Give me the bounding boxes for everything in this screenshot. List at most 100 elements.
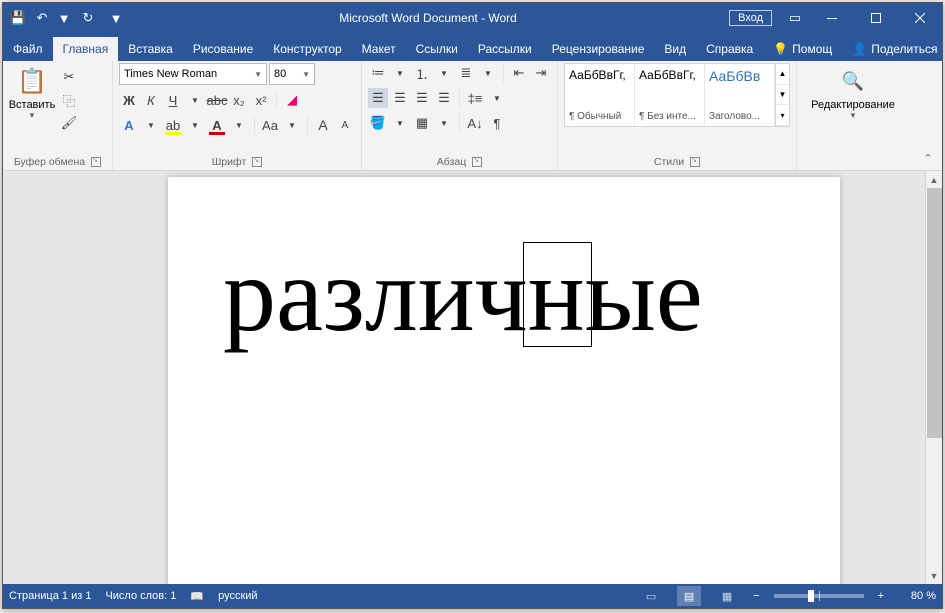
decrease-indent-button[interactable]: ⇤ — [509, 63, 529, 83]
tab-insert[interactable]: Вставка — [118, 37, 183, 61]
quick-access-toolbar: 💾 ↶ ▼ ↻ ▼ — [3, 7, 127, 29]
tab-home[interactable]: Главная — [53, 37, 119, 61]
tab-mailings[interactable]: Рассылки — [468, 37, 542, 61]
copy-icon[interactable]: ⿻ — [59, 90, 79, 110]
justify-button[interactable]: ☰ — [434, 88, 454, 108]
font-color-dropdown[interactable]: ▼ — [229, 115, 249, 135]
align-center-button[interactable]: ☰ — [390, 88, 410, 108]
ribbon-options-icon[interactable]: ▭ — [780, 3, 810, 33]
word-count[interactable]: Число слов: 1 — [105, 590, 176, 602]
tab-help[interactable]: Справка — [696, 37, 763, 61]
grow-font-button[interactable]: A — [313, 115, 333, 135]
align-left-button[interactable]: ☰ — [368, 88, 388, 108]
shading-button[interactable]: 🪣 — [368, 113, 388, 133]
tab-design[interactable]: Конструктор — [263, 37, 351, 61]
styles-dialog[interactable] — [690, 157, 700, 167]
zoom-level[interactable]: 80 % — [898, 590, 936, 602]
tab-view[interactable]: Вид — [654, 37, 696, 61]
group-paragraph: ≔▼ ⒈▼ ≣▼ ⇤ ⇥ ☰ ☰ ☰ ☰ ‡≡▼ 🪣▼ ▦▼ — [362, 61, 558, 170]
vertical-scrollbar[interactable]: ▲ ▼ — [925, 171, 942, 584]
underline-button[interactable]: Ч — [163, 90, 183, 110]
window-title: Microsoft Word Document - Word — [127, 11, 729, 25]
paste-button[interactable]: 📋 Вставить ▼ — [9, 63, 55, 122]
highlight-dropdown[interactable]: ▼ — [185, 115, 205, 135]
tab-file[interactable]: Файл — [3, 37, 53, 61]
paragraph-dialog[interactable] — [472, 157, 482, 167]
tab-references[interactable]: Ссылки — [406, 37, 468, 61]
format-painter-icon[interactable]: 🖌 — [59, 113, 79, 133]
bulb-icon: 💡 — [773, 42, 788, 56]
tab-review[interactable]: Рецензирование — [542, 37, 655, 61]
font-color-button[interactable]: A — [207, 115, 227, 135]
tell-me[interactable]: 💡Помощ — [763, 37, 842, 61]
document-text[interactable]: различные — [223, 242, 703, 348]
minimize-button[interactable] — [810, 3, 854, 33]
zoom-in-button[interactable]: + — [878, 590, 884, 602]
collapse-ribbon-icon[interactable]: ⌃ — [920, 150, 936, 166]
scroll-thumb[interactable] — [927, 188, 942, 438]
print-layout-icon[interactable]: ▤ — [677, 586, 701, 606]
styles-down[interactable]: ▼ — [776, 85, 789, 106]
clear-formatting-icon[interactable]: ◢ — [282, 90, 302, 110]
titlebar: 💾 ↶ ▼ ↻ ▼ Microsoft Word Document - Word… — [3, 3, 942, 33]
borders-button[interactable]: ▦ — [412, 113, 432, 133]
strikethrough-button[interactable]: abc — [207, 90, 227, 110]
qat-customize[interactable]: ▼ — [105, 7, 127, 29]
zoom-out-button[interactable]: − — [753, 590, 759, 602]
scroll-up-icon[interactable]: ▲ — [926, 171, 942, 188]
text-effects-button[interactable]: A — [119, 115, 139, 135]
change-case-dropdown[interactable]: ▼ — [282, 115, 302, 135]
text-effects-dropdown[interactable]: ▼ — [141, 115, 161, 135]
login-button[interactable]: Вход — [729, 10, 772, 26]
styles-more[interactable]: ▾ — [776, 105, 789, 126]
numbering-button[interactable]: ⒈ — [412, 63, 432, 83]
group-editing: 🔍 Редактирование ▼ — [797, 61, 909, 170]
share-button[interactable]: 👤Поделиться — [842, 37, 945, 61]
tab-draw[interactable]: Рисование — [183, 37, 263, 61]
language[interactable]: русский — [218, 590, 257, 602]
close-button[interactable] — [898, 3, 942, 33]
undo-icon[interactable]: ↶ — [31, 7, 53, 29]
editing-button[interactable]: 🔍 Редактирование ▼ — [803, 63, 903, 122]
styles-gallery[interactable]: АаБбВвГг, ¶ Обычный АаБбВвГг, ¶ Без инте… — [564, 63, 790, 127]
subscript-button[interactable]: x₂ — [229, 90, 249, 110]
increase-indent-button[interactable]: ⇥ — [531, 63, 551, 83]
undo-dropdown[interactable]: ▼ — [53, 7, 75, 29]
document-area[interactable]: различные ▲ ▼ — [3, 171, 942, 584]
style-nospacing[interactable]: АаБбВвГг, ¶ Без инте... — [635, 64, 705, 126]
shrink-font-button[interactable]: A — [335, 115, 355, 135]
style-heading1[interactable]: АаБбВв Заголово... — [705, 64, 775, 126]
multilevel-button[interactable]: ≣ — [456, 63, 476, 83]
zoom-slider[interactable] — [774, 594, 864, 598]
font-name-combo[interactable]: Times New Roman▼ — [119, 63, 267, 85]
maximize-button[interactable] — [854, 3, 898, 33]
style-normal[interactable]: АаБбВвГг, ¶ Обычный — [565, 64, 635, 126]
italic-button[interactable]: К — [141, 90, 161, 110]
spellcheck-icon[interactable]: 📖 — [190, 590, 204, 603]
page-count[interactable]: Страница 1 из 1 — [9, 590, 91, 602]
scroll-down-icon[interactable]: ▼ — [926, 567, 942, 584]
page[interactable]: различные — [168, 177, 840, 584]
line-spacing-button[interactable]: ‡≡ — [465, 88, 485, 108]
clipboard-dialog[interactable] — [91, 157, 101, 167]
tab-layout[interactable]: Макет — [352, 37, 406, 61]
show-marks-button[interactable]: ¶ — [487, 113, 507, 133]
read-mode-icon[interactable]: ▭ — [639, 586, 663, 606]
person-icon: 👤 — [852, 42, 867, 56]
sort-button[interactable]: A↓ — [465, 113, 485, 133]
font-size-combo[interactable]: 80▼ — [269, 63, 315, 85]
search-icon: 🔍 — [837, 65, 869, 97]
styles-up[interactable]: ▲ — [776, 64, 789, 85]
superscript-button[interactable]: x² — [251, 90, 271, 110]
highlight-button[interactable]: ab — [163, 115, 183, 135]
cut-icon[interactable]: ✂ — [59, 67, 79, 87]
bold-button[interactable]: Ж — [119, 90, 139, 110]
bullets-button[interactable]: ≔ — [368, 63, 388, 83]
web-layout-icon[interactable]: ▦ — [715, 586, 739, 606]
redo-icon[interactable]: ↻ — [77, 7, 99, 29]
save-icon[interactable]: 💾 — [7, 7, 29, 29]
font-dialog[interactable] — [252, 157, 262, 167]
underline-dropdown[interactable]: ▼ — [185, 90, 205, 110]
align-right-button[interactable]: ☰ — [412, 88, 432, 108]
change-case-button[interactable]: Aa — [260, 115, 280, 135]
